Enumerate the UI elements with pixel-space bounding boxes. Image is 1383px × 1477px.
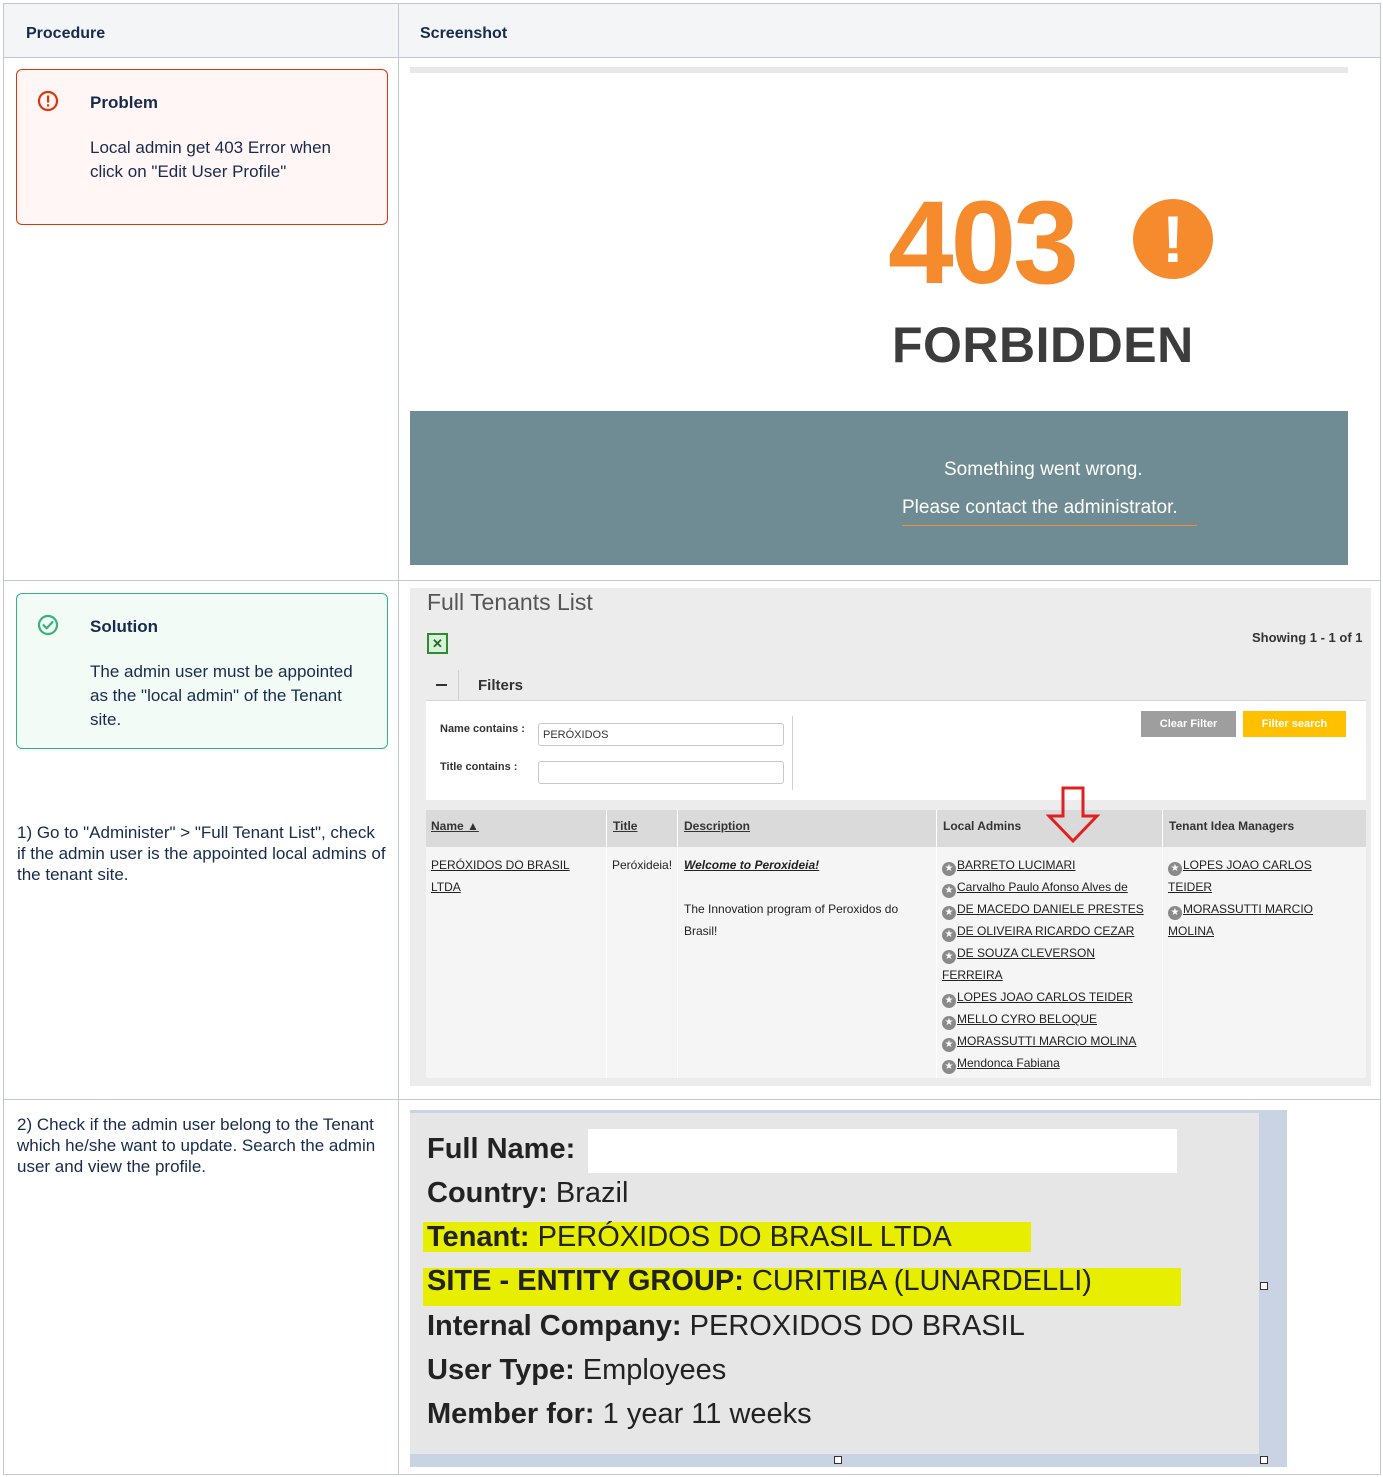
- star-icon: ★: [942, 1038, 956, 1052]
- row-divider: [3, 1099, 1381, 1100]
- step-2-text: 2) Check if the admin user belong to the…: [17, 1115, 376, 1176]
- filter-divider: [792, 716, 793, 790]
- filters-bar[interactable]: [426, 668, 1366, 701]
- step-1-text: 1) Go to "Administer" > "Full Tenant Lis…: [17, 823, 386, 884]
- local-admin-link[interactable]: ★ BARRETO LUCIMARI: [942, 854, 1075, 876]
- problem-body: Local admin get 403 Error when click on …: [90, 138, 331, 181]
- tenant-description: The Innovation program of Peroxidos do B…: [684, 902, 899, 938]
- check-circle-icon: [37, 614, 59, 636]
- internal-company-row: Internal Company: PEROXIDOS DO BRASIL: [427, 1310, 1025, 1342]
- name-column-header[interactable]: Name ▲: [431, 819, 479, 833]
- local-admin-link[interactable]: ★ DE OLIVEIRA RICARDO CEZAR: [942, 920, 1134, 942]
- problem-panel: Problem Local admin get 403 Error when c…: [16, 69, 388, 225]
- error-icon: [37, 90, 59, 112]
- idea-managers-column-header: Tenant Idea Managers: [1169, 819, 1295, 833]
- local-admin-link[interactable]: ★ Mendonca Fabiana: [942, 1052, 1060, 1074]
- title-filter-input[interactable]: [538, 761, 784, 784]
- local-admin-link[interactable]: ★ DE SOUZA CLEVERSON FERREIRA: [942, 942, 1122, 986]
- resize-handle[interactable]: [1260, 1282, 1268, 1290]
- column-divider: [398, 3, 399, 1475]
- local-admin-link[interactable]: ★ MELLO CYRO BELOQUE: [942, 1008, 1097, 1030]
- tenants-title: Full Tenants List: [427, 589, 593, 615]
- description-column-header[interactable]: Description: [684, 819, 750, 833]
- title-filter-label: Title contains :: [440, 761, 518, 773]
- column-divider: [677, 810, 678, 1078]
- title-column-header[interactable]: Title: [613, 819, 637, 833]
- solution-panel: Solution The admin user must be appointe…: [16, 593, 388, 749]
- country-row: Country: Brazil: [427, 1177, 629, 1209]
- local-admins-column-header: Local Admins: [943, 819, 1022, 833]
- star-icon: ★: [942, 950, 956, 964]
- star-icon: ★: [1168, 862, 1182, 876]
- full-name-redaction: [588, 1129, 1177, 1173]
- tenant-row: Tenant: PERÓXIDOS DO BRASIL LTDA: [427, 1221, 952, 1253]
- pagination-status: Showing 1 - 1 of 1: [1252, 630, 1363, 645]
- star-icon: ★: [942, 1016, 956, 1030]
- excel-export-icon[interactable]: ✕: [427, 633, 448, 654]
- user-type-row: User Type: Employees: [427, 1354, 727, 1386]
- contact-admin-link[interactable]: Please contact the administrator.: [902, 497, 1178, 519]
- idea-manager-link[interactable]: ★ MORASSUTTI MARCIO MOLINA: [1168, 898, 1348, 942]
- star-icon: ★: [942, 994, 956, 1008]
- star-icon: ★: [942, 884, 956, 898]
- local-admin-link[interactable]: ★ Carvalho Paulo Afonso Alves de: [942, 876, 1128, 898]
- local-admin-link[interactable]: ★ DE MACEDO DANIELE PRESTES: [942, 898, 1144, 920]
- filter-search-button[interactable]: Filter search: [1243, 711, 1346, 737]
- collapse-icon[interactable]: [436, 684, 447, 686]
- error-code: 403: [888, 177, 1079, 309]
- star-icon: ★: [1168, 906, 1182, 920]
- contact-underline: [902, 525, 1197, 526]
- column-divider: [936, 810, 937, 1078]
- clear-filter-button[interactable]: Clear Filter: [1141, 711, 1236, 737]
- resize-handle[interactable]: [1260, 1456, 1268, 1464]
- local-admin-link[interactable]: ★ LOPES JOAO CARLOS TEIDER: [942, 986, 1133, 1008]
- exclamation-icon: !: [1133, 199, 1213, 279]
- member-for-row: Member for: 1 year 11 weeks: [427, 1398, 812, 1430]
- star-icon: ★: [942, 1060, 956, 1074]
- column-divider: [1162, 810, 1163, 1078]
- resize-handle[interactable]: [834, 1456, 842, 1464]
- solution-title: Solution: [90, 617, 158, 636]
- tenant-welcome-link[interactable]: Welcome to Peroxideia!: [684, 854, 819, 876]
- error-message-band: Something went wrong. Please contact the…: [410, 411, 1348, 565]
- star-icon: ★: [942, 862, 956, 876]
- tenant-title: Peróxideia!: [612, 858, 673, 872]
- solution-body: The admin user must be appointed as the …: [90, 662, 353, 729]
- filter-bar-divider: [458, 670, 459, 700]
- name-filter-label: Name contains :: [440, 723, 525, 735]
- filters-label: Filters: [478, 677, 524, 694]
- star-icon: ★: [942, 928, 956, 942]
- site-entity-group-row: SITE - ENTITY GROUP: CURITIBA (LUNARDELL…: [427, 1265, 1092, 1297]
- star-icon: ★: [942, 906, 956, 920]
- error-page-topbar: [410, 67, 1348, 73]
- problem-title: Problem: [90, 93, 159, 112]
- name-filter-input[interactable]: PERÓXIDOS: [538, 723, 784, 746]
- idea-manager-link[interactable]: ★ LOPES JOAO CARLOS TEIDER: [1168, 854, 1348, 898]
- error-message: Something went wrong.: [944, 459, 1143, 480]
- local-admin-link[interactable]: ★ MORASSUTTI MARCIO MOLINA: [942, 1030, 1136, 1052]
- down-arrow-annotation-icon: [1046, 786, 1100, 844]
- row-divider: [3, 580, 1381, 581]
- tenant-name-link[interactable]: PERÓXIDOS DO BRASIL LTDA: [431, 854, 601, 898]
- row-divider: [3, 57, 1381, 58]
- error-heading: FORBIDDEN: [892, 317, 1194, 373]
- column-divider: [606, 810, 607, 1078]
- full-name-row: Full Name:: [427, 1133, 576, 1165]
